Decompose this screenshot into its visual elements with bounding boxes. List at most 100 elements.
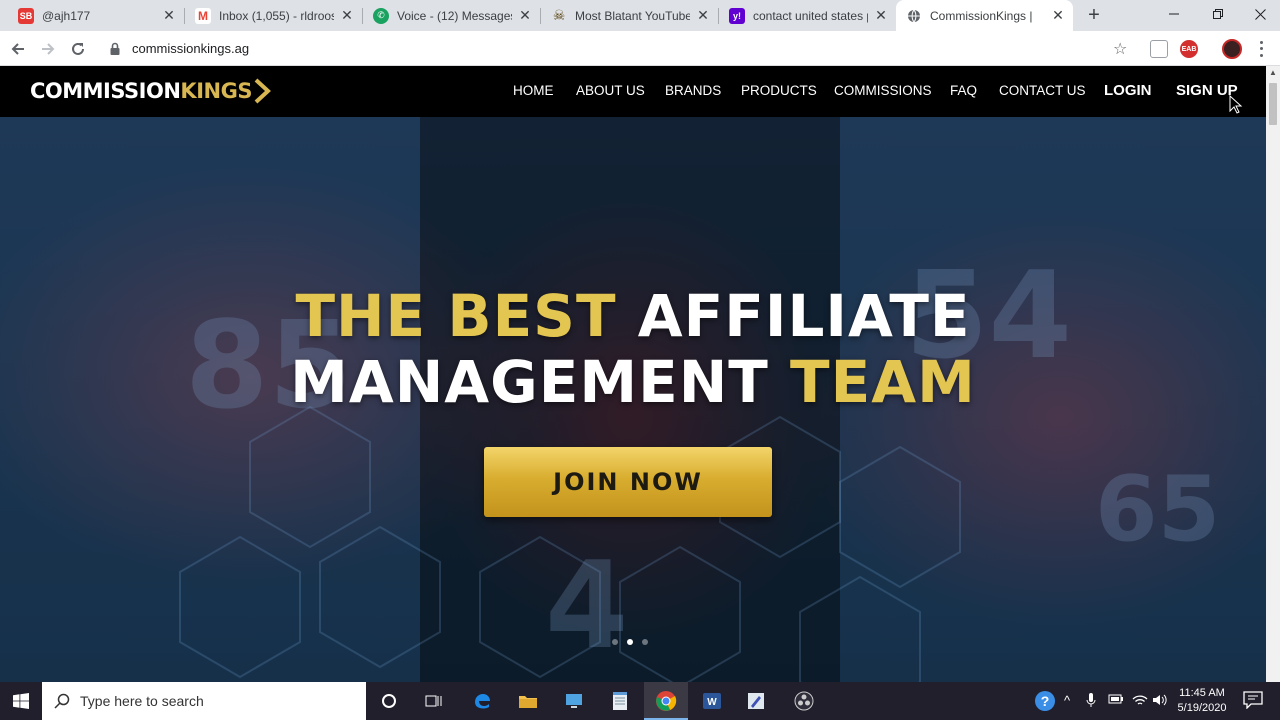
svg-text:W: W [707,697,717,708]
clock-time: 11:45 AM [1179,687,1225,699]
nav-contact-us[interactable]: CONTACT US [999,83,1086,98]
scrollbar-thumb[interactable] [1269,83,1277,125]
tab-youtube-article[interactable]: ☠ Most Blatant YouTube S ✕ [541,0,718,31]
tab-title: contact united states p [753,8,868,23]
microphone-icon[interactable] [1086,693,1096,711]
browser-toolbar: commissionkings.ag ☆ EAB [0,31,1280,66]
bookmark-star-icon[interactable]: ☆ [1113,39,1127,59]
svg-text:?: ? [1041,693,1050,709]
chevron-right-icon [254,78,271,104]
windows-logo-icon [13,693,29,709]
tab-title: @ajh177 [42,8,91,23]
tab-yahoo-search[interactable]: y! contact united states p ✕ [719,0,896,31]
wifi-icon[interactable] [1132,693,1148,710]
edge-browser-icon[interactable] [468,687,496,715]
carousel-dot[interactable] [627,639,633,645]
arrow-right-icon [42,43,55,55]
tab-gmail[interactable]: M Inbox (1,055) - rldroost ✕ [185,0,362,31]
headline-gold-text: TEAM [790,348,976,416]
extension-icon[interactable] [1150,40,1168,58]
nav-about-us[interactable]: ABOUT US [576,83,645,98]
headline-white-text: AFFILIATE [637,282,971,350]
notepad-icon[interactable] [606,687,634,715]
web-page: COMMISSION KINGS HOME ABOUT US BRANDS PR… [0,66,1266,682]
google-voice-icon: ✆ [373,7,389,24]
page-scrollbar[interactable]: ▲ [1266,66,1280,682]
help-icon[interactable]: ? [1034,690,1056,715]
nav-products[interactable]: PRODUCTS [741,83,817,98]
globe-icon [906,8,922,24]
tab-title: Voice - (12) Messages [397,8,512,23]
minimize-button[interactable] [1152,0,1196,28]
close-icon[interactable]: ✕ [340,7,354,24]
volume-icon[interactable] [1152,693,1168,710]
forward-button[interactable] [36,37,60,61]
hero-headline: THE BEST AFFILIATE MANAGEMENT TEAM [0,283,1266,415]
search-icon [54,693,70,709]
notifications-icon[interactable] [1243,691,1263,712]
file-explorer-icon[interactable] [514,687,542,715]
carousel-dot[interactable] [642,639,648,645]
join-now-button[interactable]: JOIN NOW [484,447,772,517]
search-placeholder: Type here to search [80,693,204,709]
taskbar-search[interactable]: Type here to search [42,682,366,720]
social-blade-icon: SB [18,7,34,24]
restore-icon [1213,9,1223,19]
start-button[interactable] [0,682,42,720]
site-navbar: COMMISSION KINGS HOME ABOUT US BRANDS PR… [0,66,1266,117]
task-view-icon[interactable] [420,687,448,715]
close-icon[interactable]: ✕ [874,7,888,24]
address-bar[interactable]: commissionkings.ag [96,35,1146,62]
tab-title: Most Blatant YouTube S [575,8,690,23]
restore-button[interactable] [1196,0,1240,28]
browser-tab-strip: SB @ajh177 ✕ M Inbox (1,055) - rldroost … [0,0,1280,31]
close-icon[interactable]: ✕ [518,7,532,24]
close-window-button[interactable] [1238,0,1280,28]
chrome-icon[interactable] [652,687,680,715]
carousel-dot[interactable] [612,639,618,645]
clock-date: 5/19/2020 [1177,702,1227,714]
nav-brands[interactable]: BRANDS [665,83,721,98]
tab-commissionkings[interactable]: CommissionKings | ✕ [896,0,1073,31]
system-clock[interactable]: 11:45 AM 5/19/2020 [1170,686,1234,716]
back-button[interactable] [6,37,30,61]
nav-faq[interactable]: FAQ [950,83,977,98]
headline-gold-text: THE BEST [295,282,617,350]
avatar[interactable] [1222,39,1242,59]
skull-icon: ☠ [552,7,566,23]
close-icon[interactable]: ✕ [162,7,176,24]
url-text: commissionkings.ag [132,41,250,56]
chevron-up-icon[interactable]: ^ [1064,693,1070,708]
lock-icon [110,42,120,55]
battery-icon[interactable] [1108,693,1124,708]
cortana-icon[interactable] [375,687,403,715]
adblock-extension-icon[interactable]: EAB [1180,40,1198,58]
reload-button[interactable] [66,37,90,61]
close-icon[interactable]: ✕ [1051,7,1065,24]
tab-title: Inbox (1,055) - rldroost [219,8,334,23]
yahoo-icon: y! [729,7,745,24]
tab-social-blade[interactable]: SB @ajh177 ✕ [8,0,184,31]
obs-icon[interactable] [790,687,818,715]
hero-banner: 85 54 65 4 THE BEST AFFILIATE MANAGEMENT [0,117,1266,682]
scroll-up-arrow-icon[interactable]: ▲ [1266,66,1280,80]
kebab-menu-icon[interactable] [1256,39,1266,59]
nav-home[interactable]: HOME [513,83,554,98]
gmail-icon: M [195,7,211,24]
mouse-cursor-icon [1229,95,1243,114]
nav-commissions[interactable]: COMMISSIONS [834,83,932,98]
site-logo[interactable]: COMMISSION KINGS [30,78,272,104]
login-link[interactable]: LOGIN [1104,82,1152,99]
new-tab-button[interactable]: + [1084,5,1104,25]
remote-desktop-icon[interactable] [560,687,588,715]
word-icon[interactable]: W [698,687,726,715]
headline-white-text: MANAGEMENT [290,348,769,416]
close-icon[interactable]: ✕ [696,7,710,24]
logo-text-white: COMMISSION [30,79,181,103]
reload-icon [72,42,84,55]
minimize-icon [1169,13,1179,15]
windows-taskbar: Type here to search W ? ^ 11:45 AM 5/19/… [0,682,1280,720]
arrow-left-icon [11,43,24,55]
tab-google-voice[interactable]: ✆ Voice - (12) Messages ✕ [363,0,540,31]
paint-icon[interactable] [742,687,770,715]
